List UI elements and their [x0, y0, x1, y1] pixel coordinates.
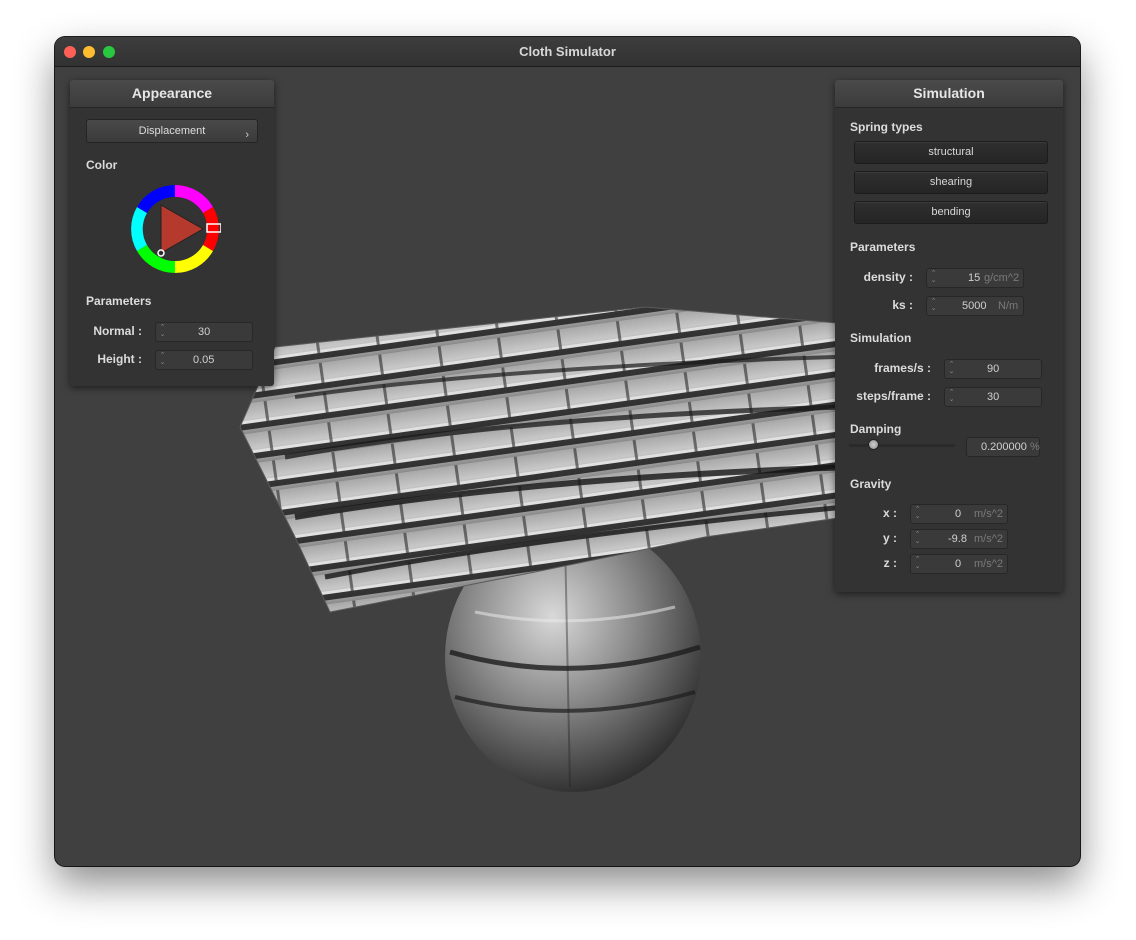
damping-label: Damping — [850, 422, 902, 436]
density-label: density : — [863, 270, 913, 284]
appearance-panel: Appearance Displacement › Color Paramete… — [70, 80, 274, 386]
window-title: Cloth Simulator — [519, 44, 616, 59]
steps-label: steps/frame : — [856, 389, 931, 403]
gravity-x-label: x : — [882, 506, 897, 520]
spinner-icon[interactable]: ⌃ ⌄ — [930, 298, 937, 314]
appearance-parameters-label: Parameters — [86, 294, 152, 308]
gravity-z-label: z : — [883, 556, 897, 570]
app-window: Cloth Simulator Appearance Displacement … — [55, 37, 1080, 866]
spinner-icon[interactable]: ⌃ ⌄ — [159, 352, 166, 368]
damping-slider[interactable] — [849, 438, 955, 452]
shader-dropdown-label: Displacement — [138, 125, 206, 137]
density-input[interactable]: ⌃ ⌄ 15 g/cm^2 — [926, 268, 1024, 288]
sim-parameters-label: Parameters — [850, 240, 916, 254]
simulation-panel: Simulation Spring types structural shear… — [835, 80, 1063, 592]
3d-viewport[interactable]: Appearance Displacement › Color Paramete… — [55, 67, 1080, 866]
gravity-x-unit: m/s^2 — [974, 508, 1003, 520]
spring-types-label: Spring types — [850, 120, 923, 134]
frames-input[interactable]: ⌃ ⌄ 90 — [944, 359, 1042, 379]
ks-unit: N/m — [998, 300, 1019, 312]
ks-value: 5000 — [962, 300, 987, 312]
ks-label: ks : — [892, 298, 913, 312]
normal-label: Normal : — [93, 324, 142, 338]
spinner-icon[interactable]: ⌃ ⌄ — [914, 506, 921, 522]
simulation-section-label: Simulation — [850, 331, 912, 345]
frames-label: frames/s : — [874, 361, 931, 375]
ks-input[interactable]: ⌃ ⌄ 5000 N/m — [926, 296, 1024, 316]
normal-value: 30 — [198, 326, 211, 338]
color-wheel[interactable] — [129, 183, 221, 275]
spinner-icon[interactable]: ⌃ ⌄ — [159, 324, 166, 340]
spinner-icon[interactable]: ⌃ ⌄ — [930, 270, 937, 286]
spinner-icon[interactable]: ⌃ ⌄ — [948, 361, 955, 377]
spinner-icon[interactable]: ⌃ ⌄ — [914, 556, 921, 572]
density-unit: g/cm^2 — [984, 272, 1020, 284]
spinner-icon[interactable]: ⌃ ⌄ — [948, 389, 955, 405]
density-value: 15 — [968, 272, 981, 284]
damping-input[interactable]: 0.200000 % — [966, 437, 1040, 457]
gravity-y-value: -9.8 — [948, 533, 967, 545]
color-label: Color — [86, 158, 118, 172]
height-label: Height : — [97, 352, 142, 366]
steps-value: 30 — [987, 391, 1000, 403]
gravity-y-label: y : — [882, 531, 897, 545]
damping-unit: % — [1030, 441, 1040, 453]
gravity-z-unit: m/s^2 — [974, 558, 1003, 570]
gravity-x-value: 0 — [955, 508, 962, 520]
gravity-label: Gravity — [850, 477, 892, 491]
steps-input[interactable]: ⌃ ⌄ 30 — [944, 387, 1042, 407]
bending-button[interactable]: bending — [854, 201, 1048, 224]
frames-value: 90 — [987, 363, 1000, 375]
gravity-x-input[interactable]: ⌃ ⌄ 0 m/s^2 — [910, 504, 1008, 524]
gravity-y-input[interactable]: ⌃ ⌄ -9.8 m/s^2 — [910, 529, 1008, 549]
gravity-z-input[interactable]: ⌃ ⌄ 0 m/s^2 — [910, 554, 1008, 574]
slider-handle[interactable] — [868, 439, 879, 450]
gravity-z-value: 0 — [955, 558, 962, 570]
damping-value: 0.200000 — [981, 441, 1027, 453]
title-bar[interactable]: Cloth Simulator — [55, 37, 1080, 67]
appearance-header[interactable]: Appearance — [70, 80, 274, 108]
height-value: 0.05 — [193, 354, 215, 366]
structural-button[interactable]: structural — [854, 141, 1048, 164]
spinner-icon[interactable]: ⌃ ⌄ — [914, 531, 921, 547]
simulation-header[interactable]: Simulation — [835, 80, 1063, 108]
height-input[interactable]: ⌃ ⌄ 0.05 — [155, 350, 253, 370]
chevron-right-icon: › — [245, 129, 249, 141]
normal-input[interactable]: ⌃ ⌄ 30 — [155, 322, 253, 342]
shader-dropdown[interactable]: Displacement › — [86, 119, 258, 143]
shearing-button[interactable]: shearing — [854, 171, 1048, 194]
gravity-y-unit: m/s^2 — [974, 533, 1003, 545]
